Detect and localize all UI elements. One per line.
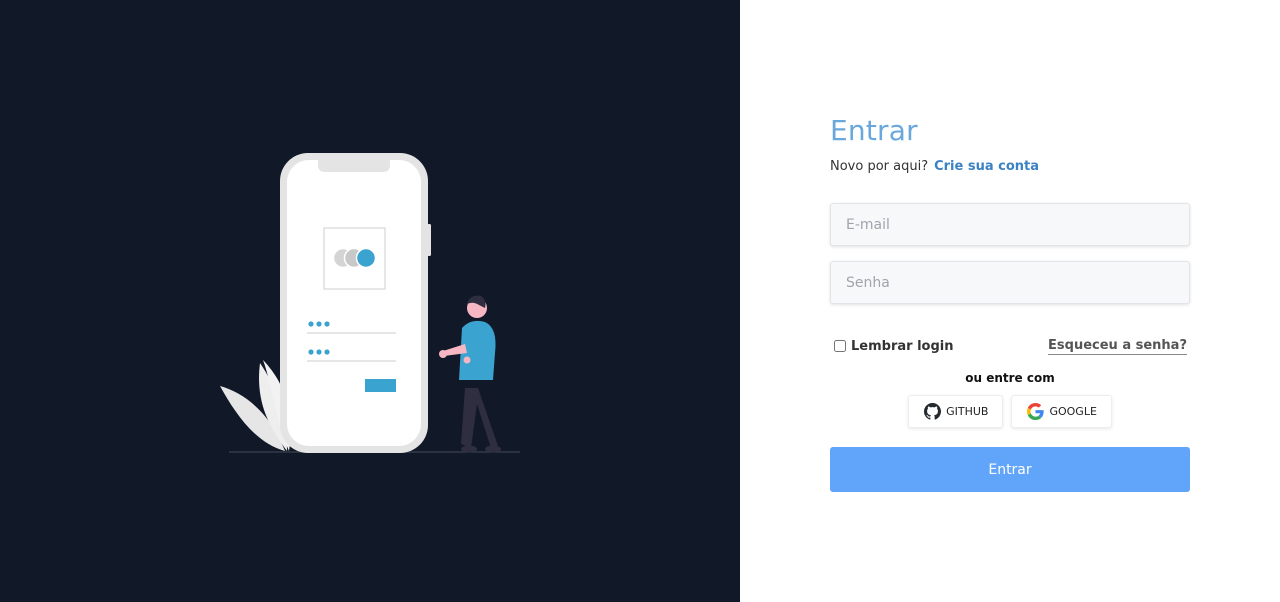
password-input[interactable] xyxy=(830,261,1190,304)
signup-prompt: Novo por aqui? xyxy=(830,159,929,174)
page-title: Entrar xyxy=(830,114,918,147)
create-account-link[interactable]: Crie sua conta xyxy=(934,159,1039,174)
forgot-password-link[interactable]: Esqueceu a senha? xyxy=(1048,338,1187,355)
login-form: Entrar Novo por aqui? Crie sua conta Lemb… xyxy=(830,112,1190,492)
submit-login-button[interactable]: Entrar xyxy=(830,447,1190,492)
google-login-button[interactable]: GOOGLE xyxy=(1011,395,1112,428)
remember-login-checkbox[interactable] xyxy=(834,340,846,352)
remember-login[interactable]: Lembrar login xyxy=(830,339,953,354)
google-label: GOOGLE xyxy=(1049,405,1097,418)
github-login-button[interactable]: GITHUB xyxy=(908,395,1004,428)
mobile-login-illustration xyxy=(220,153,520,453)
google-icon xyxy=(1027,403,1045,420)
illustration-panel xyxy=(0,0,740,602)
signup-row: Novo por aqui? Crie sua conta xyxy=(830,158,1190,176)
remember-login-label: Lembrar login xyxy=(851,338,954,354)
email-input[interactable] xyxy=(830,203,1190,246)
github-icon xyxy=(924,403,942,420)
login-form-panel: Entrar Novo por aqui? Crie sua conta Lemb… xyxy=(740,0,1280,602)
login-page: Entrar Novo por aqui? Crie sua conta Lemb… xyxy=(0,0,1280,602)
options-row: Lembrar login Esqueceu a senha? xyxy=(830,336,1190,356)
alt-login-text: ou entre com xyxy=(965,371,1055,385)
social-login-row: GITHUB GOOGLE xyxy=(830,395,1190,428)
github-label: GITHUB xyxy=(946,405,989,418)
